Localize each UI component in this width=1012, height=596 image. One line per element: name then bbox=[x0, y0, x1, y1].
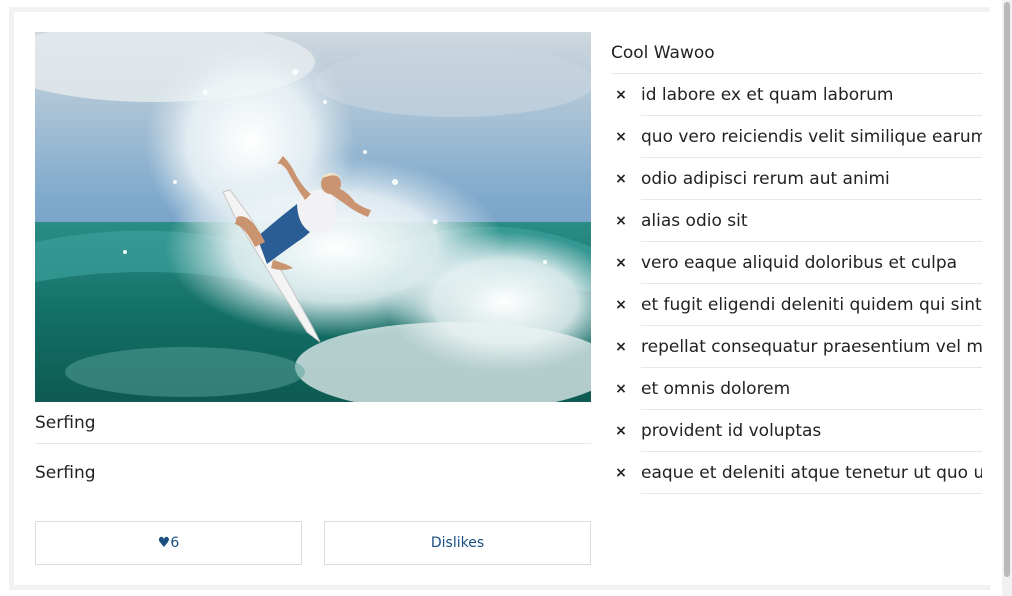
list-item: × repellat consequatur praesentium vel m… bbox=[611, 326, 982, 368]
photo-subcaption: Serfing bbox=[35, 463, 96, 483]
list-item-text: repellat consequatur praesentium vel min… bbox=[641, 326, 982, 368]
list-item-text: odio adipisci rerum aut animi bbox=[641, 158, 982, 200]
remove-icon[interactable]: × bbox=[611, 116, 631, 158]
list-title: Cool Wawoo bbox=[611, 32, 982, 74]
list-item-text: id labore ex et quam laborum bbox=[641, 74, 982, 116]
list-item: × provident id voluptas bbox=[611, 410, 982, 452]
surf-photo bbox=[35, 32, 591, 402]
list-item: × et omnis dolorem bbox=[611, 368, 982, 410]
list-item-text: quo vero reiciendis velit similique earu… bbox=[641, 116, 982, 158]
remove-icon[interactable]: × bbox=[611, 410, 631, 452]
list-item: × vero eaque aliquid doloribus et culpa bbox=[611, 242, 982, 284]
list-item-text: alias odio sit bbox=[641, 200, 982, 242]
list-item-text: et fugit eligendi deleniti quidem qui si… bbox=[641, 284, 982, 326]
list-item-text: et omnis dolorem bbox=[641, 368, 982, 410]
remove-icon[interactable]: × bbox=[611, 368, 631, 410]
remove-icon[interactable]: × bbox=[611, 200, 631, 242]
remove-icon[interactable]: × bbox=[611, 242, 631, 284]
remove-icon[interactable]: × bbox=[611, 326, 631, 368]
photo-caption: Serfing bbox=[35, 412, 591, 444]
list-item: × alias odio sit bbox=[611, 200, 982, 242]
list-item-text: provident id voluptas bbox=[641, 410, 982, 452]
dislike-button[interactable]: Dislikes bbox=[324, 521, 591, 565]
list-item: × quo vero reiciendis velit similique ea… bbox=[611, 116, 982, 158]
like-button[interactable]: ♥6 bbox=[35, 521, 302, 565]
vertical-scrollbar[interactable] bbox=[1002, 0, 1012, 596]
comment-list: Cool Wawoo × id labore ex et quam laboru… bbox=[611, 32, 982, 494]
list-item: × odio adipisci rerum aut animi bbox=[611, 158, 982, 200]
remove-icon[interactable]: × bbox=[611, 158, 631, 200]
remove-icon[interactable]: × bbox=[611, 284, 631, 326]
list-item-text: eaque et deleniti atque tenetur ut quo u… bbox=[641, 452, 982, 494]
list-item-text: vero eaque aliquid doloribus et culpa bbox=[641, 242, 982, 284]
remove-icon[interactable]: × bbox=[611, 452, 631, 494]
scrollbar-thumb[interactable] bbox=[1004, 2, 1010, 577]
list-item: × eaque et deleniti atque tenetur ut quo… bbox=[611, 452, 982, 494]
remove-icon[interactable]: × bbox=[611, 74, 631, 116]
list-item: × et fugit eligendi deleniti quidem qui … bbox=[611, 284, 982, 326]
list-item: × id labore ex et quam laborum bbox=[611, 74, 982, 116]
